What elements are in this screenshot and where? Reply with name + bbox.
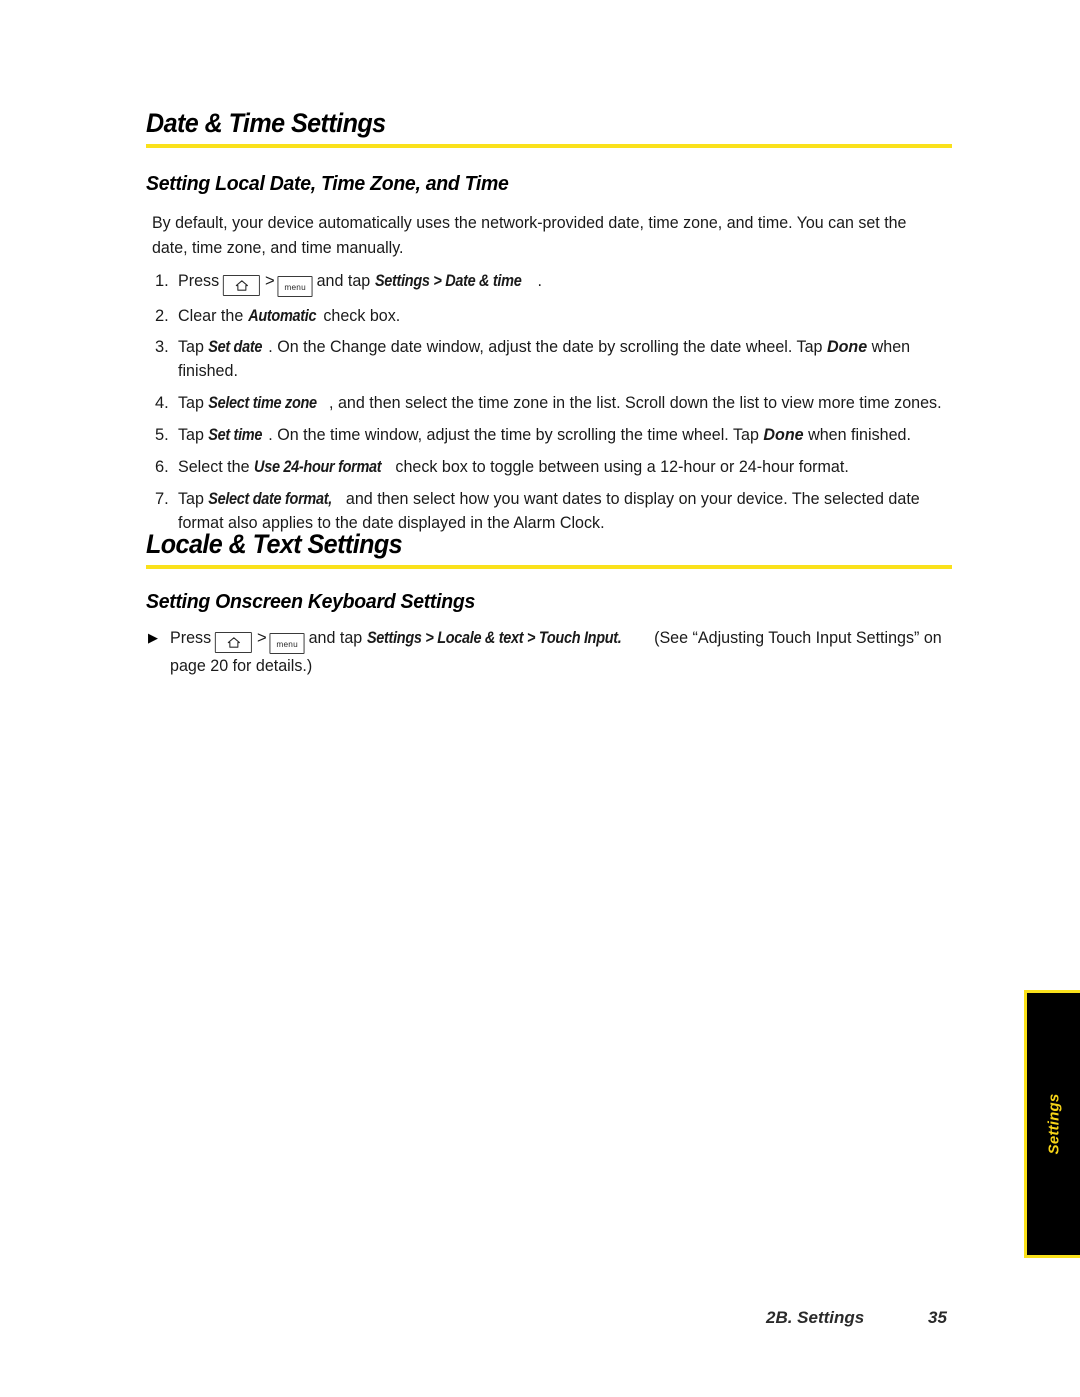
bullet-list-locale-text: ▶ Press > menu and tap Settings > Locale & … <box>148 626 964 678</box>
list-item: 4. Tap Select time zone , and then select… <box>152 391 964 415</box>
step-text-mid: . On the Change date window, adjust the … <box>268 338 823 356</box>
home-icon <box>235 280 248 291</box>
step-text-post: . <box>537 272 543 290</box>
step-number: 6. <box>155 458 169 476</box>
step-number: 5. <box>155 426 169 444</box>
list-item: ▶ Press > menu and tap Settings > Locale & … <box>148 626 964 678</box>
footer-page-number: 35 <box>928 1308 947 1327</box>
step-text-post: check box. <box>323 307 401 325</box>
menu-key-button[interactable]: menu <box>277 276 313 297</box>
list-item: 5. Tap Set time . On the time window, adj… <box>152 423 964 447</box>
manual-page: Date & Time Settings Setting Local Date,… <box>0 0 1080 1397</box>
bullet-text-mid: and tap <box>308 629 363 647</box>
bullet-text: Press > menu and tap Settings > Locale & te… <box>170 626 944 678</box>
chevron-right-separator: > <box>264 271 275 290</box>
step-text: Clear the Automatic check box. <box>178 304 944 328</box>
home-key-button[interactable] <box>215 632 253 653</box>
steps-list-date-time: 1. Press > menu and tap Settings > Date & t… <box>152 269 964 543</box>
step-emphasis: Set time <box>208 426 263 444</box>
heading-rule-date-time <box>146 144 952 148</box>
list-item: 6. Select the Use 24-hour format check bo… <box>152 455 964 479</box>
menu-key-button[interactable]: menu <box>269 633 305 654</box>
step-emphasis: Select time zone <box>208 394 317 412</box>
step-number: 3. <box>155 338 169 356</box>
step-emphasis: Set date <box>208 338 263 356</box>
subheading-setting-local-date: Setting Local Date, Time Zone, and Time <box>146 172 509 195</box>
step-text: Tap Set time . On the time window, adjust… <box>178 423 944 447</box>
list-item: 2. Clear the Automatic check box. <box>152 304 964 328</box>
step-text-mid: . On the time window, adjust the time by… <box>268 426 759 444</box>
step-text-post: when finished. <box>808 426 911 444</box>
step-number: 7. <box>155 490 169 508</box>
step-emphasis-path: Settings > Date & time <box>374 272 522 290</box>
step-text-pre: Tap <box>178 394 204 412</box>
step-text: Tap Select time zone , and then select th… <box>178 391 944 415</box>
step-text: Press > menu and tap Settings > Date & time… <box>178 269 944 297</box>
section-heading-date-time: Date & Time Settings <box>146 108 386 138</box>
step-text-pre: Press <box>178 272 220 290</box>
step-number: 1. <box>155 272 169 290</box>
step-emphasis-done: Done <box>763 426 804 444</box>
step-text-mid: and tap <box>316 272 371 290</box>
step-text-pre: Tap <box>178 338 204 356</box>
bullet-text-pre: Press <box>170 629 212 647</box>
step-emphasis: Automatic <box>247 307 316 325</box>
step-text: Tap Set date . On the Change date window,… <box>178 335 944 383</box>
intro-paragraph-date-time: By default, your device automatically us… <box>152 214 907 257</box>
step-emphasis: Select date format, <box>208 490 333 508</box>
step-text-post: , and then select the time zone in the l… <box>329 394 942 412</box>
list-item: 3. Tap Set date . On the Change date wind… <box>152 335 964 383</box>
bullet-emphasis-path: Settings > Locale & text > Touch Input. <box>366 629 622 647</box>
step-number: 2. <box>155 307 169 325</box>
heading-rule-locale-text <box>146 565 952 569</box>
side-tab-settings: Settings <box>1024 990 1080 1258</box>
triangle-bullet-icon: ▶ <box>148 630 158 645</box>
subheading-setting-onscreen-keyboard: Setting Onscreen Keyboard Settings <box>146 590 476 613</box>
step-text-post: check box to toggle between using a 12-h… <box>395 458 849 476</box>
step-text: Tap Select date format, and then select h… <box>178 487 944 535</box>
step-text-pre: Clear the <box>178 307 244 325</box>
step-text-pre: Tap <box>178 426 204 444</box>
step-emphasis: Use 24-hour format <box>254 458 382 476</box>
chevron-right-separator: > <box>256 628 267 647</box>
step-emphasis-done: Done <box>826 338 868 356</box>
section-heading-locale-text: Locale & Text Settings <box>146 529 403 559</box>
list-item: 7. Tap Select date format, and then selec… <box>152 487 964 535</box>
step-text-pre: Tap <box>178 490 204 508</box>
step-text-pre: Select the <box>178 458 250 476</box>
footer-chapter-title: 2B. Settings <box>766 1308 865 1327</box>
step-number: 4. <box>155 394 169 412</box>
home-key-button[interactable] <box>223 275 261 296</box>
page-footer: 2B. Settings 35 <box>0 1308 1080 1338</box>
step-text: Select the Use 24-hour format check box t… <box>178 455 944 479</box>
home-icon <box>227 637 240 648</box>
side-tab-label: Settings <box>1045 1093 1062 1155</box>
list-item: 1. Press > menu and tap Settings > Date & t… <box>152 269 964 297</box>
